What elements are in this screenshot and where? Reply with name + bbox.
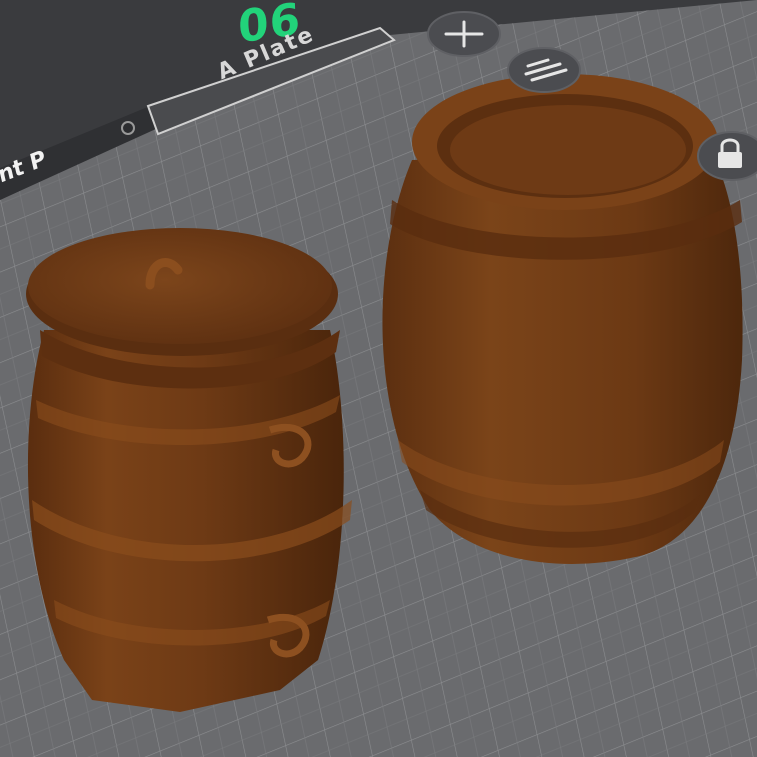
add-object-button[interactable] bbox=[427, 11, 501, 57]
open-barrel-model[interactable] bbox=[382, 74, 743, 564]
lidded-barrel-model[interactable] bbox=[26, 228, 352, 712]
arrange-button[interactable] bbox=[507, 47, 581, 93]
3d-viewport[interactable] bbox=[0, 0, 757, 757]
lock-button[interactable] bbox=[697, 131, 757, 181]
